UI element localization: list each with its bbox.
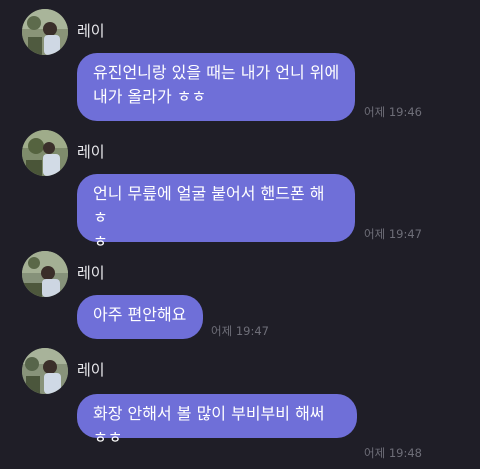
message-text-line: ㅎ [93, 232, 108, 251]
sender-name: 레이 [77, 361, 105, 379]
message-timestamp: 어제 19:47 [211, 324, 269, 338]
sender-name: 레이 [77, 264, 105, 282]
profile-photo-icon [22, 9, 68, 55]
message-text-line: 언니 무릎에 얼굴 붙어서 핸드폰 해 ㅎ [93, 184, 325, 227]
profile-photo-icon [22, 348, 68, 394]
sender-avatar[interactable] [22, 348, 68, 394]
message-text-line: 화장 안해서 볼 많이 부비부비 해써 ㅎㅎ [93, 404, 325, 447]
message-timestamp: 어제 19:46 [364, 105, 422, 119]
message-timestamp: 어제 19:48 [364, 446, 422, 460]
sender-avatar[interactable] [22, 130, 68, 176]
profile-photo-icon [22, 130, 68, 176]
message-text-line: 내가 올라가 ㅎㅎ [93, 87, 207, 106]
chat-thread: 레이 유진언니랑 있을 때는 내가 언니 위에 내가 올라가 ㅎㅎ 어제 19:… [0, 0, 480, 469]
profile-photo-icon [22, 251, 68, 297]
message-bubble[interactable]: 아주 편안해요 [77, 295, 203, 339]
message-text-line: 유진언니랑 있을 때는 내가 언니 위에 [93, 63, 340, 82]
sender-name: 레이 [77, 22, 105, 40]
sender-name: 레이 [77, 143, 105, 161]
message-timestamp: 어제 19:47 [364, 227, 422, 241]
sender-avatar[interactable] [22, 251, 68, 297]
message-bubble[interactable]: 화장 안해서 볼 많이 부비부비 해써 ㅎㅎ [77, 394, 357, 447]
message-text-line: 아주 편안해요 [93, 305, 187, 324]
message-bubble[interactable]: 언니 무릎에 얼굴 붙어서 핸드폰 해 ㅎ ㅎ [77, 174, 355, 251]
sender-avatar[interactable] [22, 9, 68, 55]
message-bubble[interactable]: 유진언니랑 있을 때는 내가 언니 위에 내가 올라가 ㅎㅎ [77, 53, 355, 121]
